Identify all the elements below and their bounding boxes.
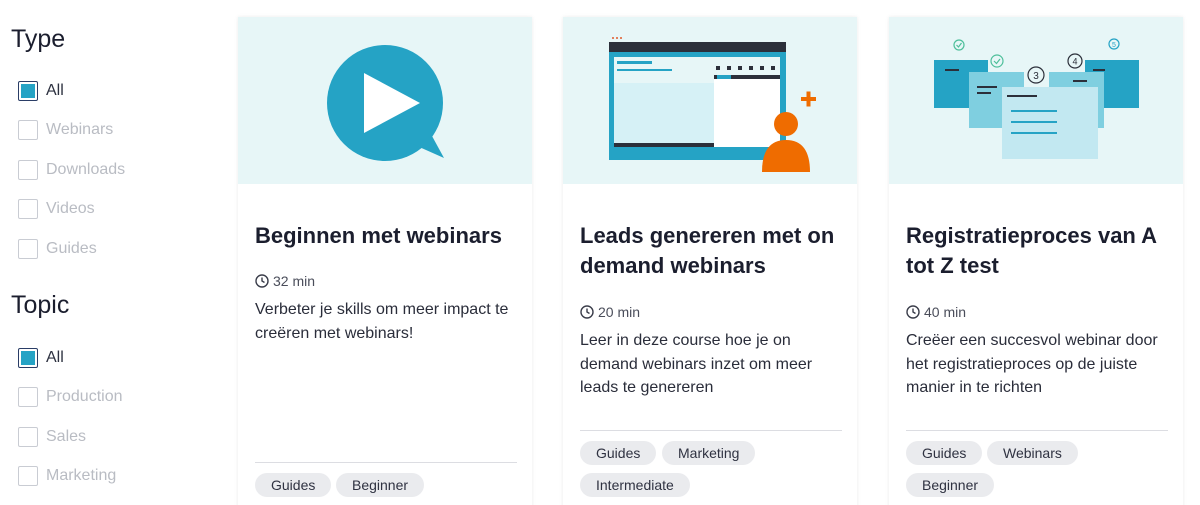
tag-intermediate[interactable]: Intermediate	[580, 473, 690, 497]
checkbox[interactable]	[18, 239, 38, 259]
webinar-screen-add-user-icon	[609, 37, 816, 172]
type-option-videos[interactable]: Videos	[18, 198, 95, 220]
card-duration: 32 min	[255, 273, 315, 289]
tag-guides[interactable]: Guides	[580, 441, 657, 465]
svg-text:3: 3	[1033, 71, 1039, 82]
option-label: Production	[46, 388, 123, 405]
option-label: Marketing	[46, 467, 117, 484]
clock-icon	[906, 305, 920, 319]
type-option-webinars[interactable]: Webinars	[18, 119, 113, 141]
topic-option-all[interactable]: All	[18, 347, 64, 369]
svg-text:4: 4	[1072, 57, 1077, 67]
tag-marketing[interactable]: Marketing	[662, 441, 756, 465]
course-card[interactable]: 3 4 5 Registratieproces van A tot Z test…	[889, 17, 1183, 505]
option-label: All	[46, 349, 64, 366]
tag-guides[interactable]: Guides	[906, 441, 983, 465]
course-card[interactable]: Beginnen met webinars 32 min Verbeter je…	[238, 17, 532, 505]
type-filter-title: Type	[11, 25, 66, 53]
checkbox[interactable]	[18, 120, 38, 140]
card-title: Leads genereren met on demand webinars	[580, 223, 835, 278]
checkbox[interactable]	[18, 160, 38, 180]
tag-guides[interactable]: Guides	[255, 473, 332, 497]
card-description: Verbeter je skills om meer impact te cre…	[255, 301, 509, 342]
duration-text: 20 min	[598, 304, 641, 320]
type-option-all[interactable]: All	[18, 80, 64, 102]
topic-option-marketing[interactable]: Marketing	[18, 465, 116, 487]
topic-option-sales[interactable]: Sales	[18, 426, 86, 448]
topic-filter-title: Topic	[11, 291, 70, 319]
tag-beginner[interactable]: Beginner	[336, 473, 425, 497]
type-option-guides[interactable]: Guides	[18, 238, 97, 260]
card-description: Leer in deze course hoe je on demand web…	[580, 332, 813, 396]
tag-webinars[interactable]: Webinars	[987, 441, 1078, 465]
card-divider	[580, 430, 842, 431]
svg-text:5: 5	[1112, 42, 1116, 49]
card-description: Creëer een succesvol webinar door het re…	[906, 332, 1158, 396]
option-label: Videos	[46, 200, 95, 217]
checkbox[interactable]	[18, 387, 38, 407]
tag-beginner[interactable]: Beginner	[906, 473, 995, 497]
course-card[interactable]: Leads genereren met on demand webinars 2…	[563, 17, 857, 505]
filter-sidebar: Type All Webinars Downloads Videos Guide…	[0, 0, 220, 505]
card-divider	[255, 462, 517, 463]
duration-text: 32 min	[273, 273, 316, 289]
checkbox[interactable]	[18, 427, 38, 447]
registration-steps-icon: 3 4 5	[934, 38, 1139, 159]
card-illustration	[563, 17, 857, 184]
option-label: Guides	[46, 240, 97, 257]
checkbox[interactable]	[18, 199, 38, 219]
card-illustration	[238, 17, 532, 184]
card-divider	[906, 430, 1168, 431]
option-label: All	[46, 82, 64, 99]
card-title: Beginnen met webinars	[255, 223, 502, 248]
card-duration: 20 min	[580, 304, 640, 320]
topic-option-production[interactable]: Production	[18, 386, 123, 408]
play-bubble-icon	[327, 45, 444, 161]
duration-text: 40 min	[924, 304, 967, 320]
checkbox[interactable]	[18, 466, 38, 486]
option-label: Webinars	[46, 121, 114, 138]
clock-icon	[255, 274, 269, 288]
card-duration: 40 min	[906, 304, 966, 320]
option-label: Sales	[46, 428, 87, 445]
clock-icon	[580, 305, 594, 319]
card-title: Registratieproces van A tot Z test	[906, 223, 1157, 278]
option-label: Downloads	[46, 161, 126, 178]
checkbox[interactable]	[18, 81, 38, 101]
card-illustration: 3 4 5	[889, 17, 1183, 184]
type-option-downloads[interactable]: Downloads	[18, 159, 125, 181]
checkbox[interactable]	[18, 348, 38, 368]
